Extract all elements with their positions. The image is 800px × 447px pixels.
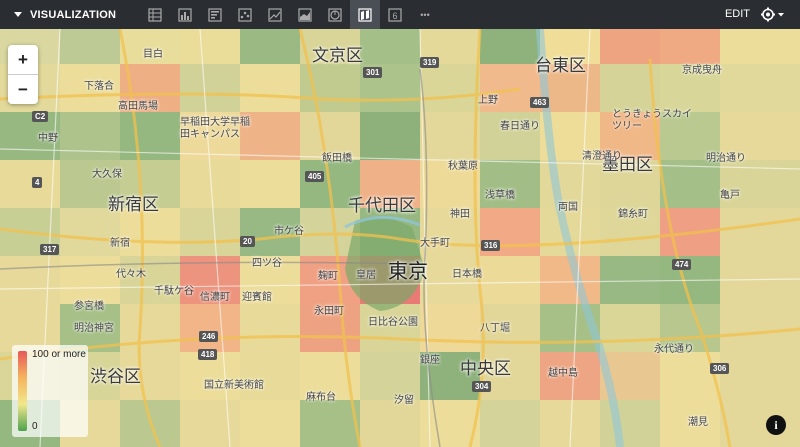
place-label: 秋葉原	[448, 161, 478, 172]
place-label: 上野	[478, 95, 498, 106]
route-shield: 418	[198, 349, 218, 360]
route-shield: 301	[363, 67, 383, 78]
place-label: 両国	[558, 202, 578, 213]
place-label: 市ケ谷	[274, 226, 304, 237]
visualization-type-bar: 6 •••	[140, 0, 440, 29]
place-label: 信濃町	[200, 292, 230, 303]
heatmap-map[interactable]: 301 319 463 405 316 474 418 246 20 317 3…	[0, 29, 800, 447]
place-label: 春日通り	[500, 121, 540, 132]
visualization-title: VISUALIZATION	[30, 8, 117, 21]
place-label: 高田馬場	[118, 101, 158, 112]
place-label: 代々木	[116, 269, 146, 280]
map-icon[interactable]	[350, 0, 380, 29]
zoom-out-button[interactable]: −	[8, 75, 38, 104]
gear-icon	[761, 7, 784, 22]
legend-max-label: 100 or more	[32, 349, 86, 360]
route-shield: 20	[240, 236, 255, 247]
legend-color-scale	[18, 351, 27, 431]
place-label: 参宮橋	[74, 301, 104, 312]
place-label: 亀戸	[720, 190, 740, 201]
place-label: 麹町	[318, 271, 338, 282]
city-label-tokyo: 東京	[388, 261, 428, 283]
visualization-toolbar: VISUALIZATION 6 ••• EDIT	[0, 0, 800, 29]
scatter-icon[interactable]	[230, 0, 260, 29]
place-label: 浅草橋	[485, 190, 515, 201]
place-label: 目白	[143, 49, 163, 60]
place-label: 早稲田大学早稲 田キャンパス	[180, 117, 250, 140]
zoom-in-button[interactable]: +	[8, 45, 38, 75]
place-label: 明治通り	[706, 153, 746, 164]
pie-chart-icon[interactable]	[320, 0, 350, 29]
edit-button[interactable]: EDIT	[725, 0, 750, 29]
route-shield: 246	[199, 331, 219, 342]
route-shield: 306	[710, 363, 730, 374]
place-label: 錦糸町	[618, 209, 648, 220]
place-label: 大久保	[92, 169, 122, 180]
place-label: 皇居	[356, 270, 376, 281]
place-label: 大手町	[420, 238, 450, 249]
route-shield: 304	[472, 381, 492, 392]
route-shield: C2	[32, 111, 49, 122]
route-shield: 474	[672, 259, 692, 270]
more-icon[interactable]: •••	[410, 0, 440, 29]
area-chart-icon[interactable]	[290, 0, 320, 29]
place-label: 四ツ谷	[252, 258, 282, 269]
line-chart-icon[interactable]	[260, 0, 290, 29]
place-label: 日比谷公園	[368, 317, 418, 328]
place-label: 迎賓館	[242, 292, 272, 303]
bar-chart-icon[interactable]	[170, 0, 200, 29]
route-shield: 319	[420, 57, 440, 68]
legend-min-label: 0	[32, 421, 38, 432]
place-label: 神田	[450, 209, 470, 220]
place-label: 潮見	[688, 417, 708, 428]
route-shield: 4	[32, 177, 43, 188]
place-label: 京成曳舟	[682, 65, 722, 76]
info-icon[interactable]: i	[766, 415, 786, 435]
place-label: 千駄ケ谷	[154, 286, 194, 297]
place-label: 中野	[38, 133, 58, 144]
place-label: 八丁堀	[480, 323, 510, 334]
place-label: 銀座	[420, 355, 440, 366]
route-shield: 405	[305, 171, 325, 182]
ward-label-chiyoda: 千代田区	[348, 196, 416, 215]
visualization-toggle[interactable]: VISUALIZATION	[0, 0, 140, 29]
heatmap-legend: 100 or more 0	[12, 345, 88, 437]
place-label: 日本橋	[452, 269, 482, 280]
place-label: 清澄通り	[582, 151, 622, 162]
settings-menu[interactable]	[760, 6, 786, 23]
ward-label-shibuya: 渋谷区	[90, 367, 141, 386]
place-label: 永田町	[314, 306, 344, 317]
ward-label-chuo: 中央区	[460, 359, 511, 378]
zoom-controls: + −	[8, 45, 38, 104]
table-icon[interactable]	[140, 0, 170, 29]
place-label: 麻布台	[306, 392, 336, 403]
caret-down-icon	[14, 12, 22, 17]
place-label: とうきょうスカイツリー	[612, 109, 692, 132]
place-label: 下落合	[84, 81, 114, 92]
svg-text:6: 6	[392, 11, 397, 21]
place-label: 永代通り	[654, 344, 694, 355]
route-shield: 317	[40, 244, 60, 255]
place-label: 新宿	[110, 238, 130, 249]
route-shield: 463	[530, 97, 550, 108]
place-label: 国立新美術館	[204, 380, 264, 391]
place-label: 汐留	[394, 395, 414, 406]
ward-label-bunkyo: 文京区	[312, 46, 363, 65]
place-label: 飯田橋	[322, 153, 352, 164]
ward-label-shinjuku: 新宿区	[108, 195, 159, 214]
place-label: 明治神宮	[74, 323, 114, 334]
ward-label-taito: 台東区	[535, 56, 586, 75]
single-value-icon[interactable]: 6	[380, 0, 410, 29]
route-shield: 316	[481, 240, 501, 251]
text-chart-icon[interactable]	[200, 0, 230, 29]
place-label: 越中島	[548, 368, 578, 379]
